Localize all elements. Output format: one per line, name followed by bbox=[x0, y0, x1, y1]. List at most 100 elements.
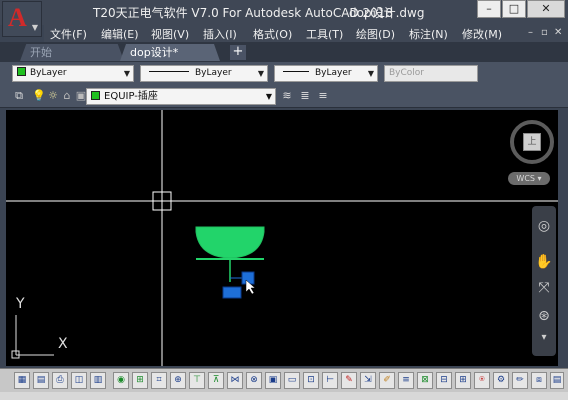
save-as-icon[interactable]: ▦ bbox=[14, 372, 30, 389]
lightbulb-icon[interactable]: 💡 bbox=[32, 89, 46, 103]
window-filename: dop设计.dwg bbox=[349, 6, 425, 20]
linetype-value: ByLayer bbox=[195, 68, 232, 78]
legend-icon[interactable]: ✐ bbox=[379, 372, 395, 389]
menu-view[interactable]: 视图(V) bbox=[151, 26, 189, 42]
pen-icon[interactable]: ✏ bbox=[512, 372, 528, 389]
steering-wheel-icon[interactable]: ◎ bbox=[534, 216, 554, 236]
menu-bar: 文件(F) 编辑(E) 视图(V) 插入(I) 格式(O) 工具(T) 绘图(D… bbox=[44, 24, 568, 42]
drawing-canvas[interactable]: Y X 上 WCS ▾ ◎ ✋ ⤧ ⊛ ▾ bbox=[6, 110, 558, 366]
menu-tools[interactable]: 工具(T) bbox=[306, 26, 343, 42]
lineweight-value: ByLayer bbox=[315, 68, 352, 78]
measure-icon[interactable]: ⇲ bbox=[360, 372, 376, 389]
viewcube-top-face[interactable]: 上 bbox=[523, 133, 541, 151]
route-icon[interactable]: ⊡ bbox=[303, 372, 319, 389]
ucs-x-label: X bbox=[58, 336, 68, 352]
lamp-icon[interactable]: ⊗ bbox=[246, 372, 262, 389]
table-icon[interactable]: ▥ bbox=[90, 372, 106, 389]
layer-control[interactable]: EQUIP-插座 ▼ bbox=[86, 88, 276, 105]
doc-restore-button[interactable]: ▫ bbox=[541, 27, 548, 38]
target-icon[interactable]: ◉ bbox=[113, 372, 129, 389]
chevron-down-icon: ▼ bbox=[123, 69, 131, 78]
status-bar bbox=[0, 392, 568, 400]
minimize-button[interactable]: – bbox=[477, 0, 501, 18]
edit-icon[interactable]: ✎ bbox=[341, 372, 357, 389]
help-icon[interactable]: ⧈ bbox=[531, 372, 547, 389]
equip-icon[interactable]: ⊤ bbox=[189, 372, 205, 389]
menu-edit[interactable]: 编辑(E) bbox=[101, 26, 139, 42]
switch-icon[interactable]: ⋈ bbox=[227, 372, 243, 389]
lineweight-control[interactable]: ByLayer ▼ bbox=[274, 65, 378, 82]
check-icon[interactable]: ⊟ bbox=[436, 372, 452, 389]
viewcube[interactable]: 上 bbox=[510, 120, 554, 164]
linetype-control[interactable]: ByLayer ▼ bbox=[140, 65, 268, 82]
more-icon[interactable]: ▤ bbox=[550, 372, 564, 389]
wcs-menu-button[interactable]: WCS ▾ bbox=[508, 172, 550, 185]
lineweight-sample bbox=[283, 71, 309, 72]
model-space-svg bbox=[6, 110, 558, 366]
color-value: ByLayer bbox=[30, 68, 67, 78]
zoom-extents-icon[interactable]: ⤧ bbox=[534, 278, 554, 298]
bus-icon[interactable]: ⊞ bbox=[455, 372, 471, 389]
title-bar: A ▼ T20天正电气软件 V7.0 For Autodesk AutoCAD … bbox=[0, 0, 568, 37]
menu-format[interactable]: 格式(O) bbox=[253, 26, 292, 42]
plotstyle-control: ByColor bbox=[384, 65, 478, 82]
menu-insert[interactable]: 插入(I) bbox=[203, 26, 237, 42]
menu-draw[interactable]: 绘图(D) bbox=[356, 26, 395, 42]
plot-icon[interactable]: ⎙ bbox=[52, 372, 68, 389]
rect-icon[interactable]: ▣ bbox=[265, 372, 281, 389]
setting-icon[interactable]: ⚙ bbox=[493, 372, 509, 389]
socket-symbol-body bbox=[195, 226, 265, 259]
tab-start[interactable]: 开始 bbox=[20, 44, 124, 61]
application-menu-button[interactable]: A ▼ bbox=[2, 1, 42, 37]
grip-square bbox=[222, 286, 242, 299]
layer-name: EQUIP-插座 bbox=[104, 91, 158, 102]
break-icon[interactable]: ⊢ bbox=[322, 372, 338, 389]
make-current-layer-icon[interactable]: ≋ bbox=[280, 89, 294, 103]
ucs-y-label: Y bbox=[16, 296, 25, 312]
snap-icon[interactable]: ⌗ bbox=[151, 372, 167, 389]
plotstyle-value: ByColor bbox=[389, 68, 424, 78]
layer-properties-icon[interactable]: ⧉ bbox=[12, 89, 26, 103]
wire-icon[interactable]: ▭ bbox=[284, 372, 300, 389]
grid-icon[interactable]: ⊞ bbox=[132, 372, 148, 389]
chevron-down-icon: ▼ bbox=[367, 69, 375, 78]
dropdown-arrow-icon: ▼ bbox=[31, 23, 38, 32]
layer-previous-icon[interactable]: ≣ bbox=[298, 89, 312, 103]
chevron-down-icon: ▼ bbox=[257, 69, 265, 78]
layer-toolbar: ⧉ 💡 ☼ ⌂ ▣ EQUIP-插座 ▼ ≋ ≣ ≡ bbox=[0, 86, 568, 108]
linetype-sample bbox=[149, 71, 189, 72]
doc-close-button[interactable]: ✕ bbox=[554, 27, 562, 38]
tab-document[interactable]: dop设计* bbox=[120, 44, 220, 61]
doc-minimize-button[interactable]: – bbox=[528, 27, 533, 38]
window-title: T20天正电气软件 V7.0 For Autodesk AutoCAD 2018 bbox=[93, 6, 394, 20]
sun-icon[interactable]: ☼ bbox=[46, 89, 60, 103]
tianzheng-toolbar: ▦ ▤ ⎙ ◫ ▥ ◉ ⊞ ⌗ ⊕ ⊤ ⊼ ⋈ ⊗ ▣ ▭ ⊡ ⊢ ✎ ⇲ ✐ … bbox=[0, 368, 568, 392]
new-tab-button[interactable]: + bbox=[230, 45, 246, 60]
lock-icon[interactable]: ⌂ bbox=[60, 89, 74, 103]
save-icon[interactable]: ▤ bbox=[33, 372, 49, 389]
maximize-button[interactable]: □ bbox=[502, 0, 526, 18]
layer-color-swatch bbox=[91, 91, 100, 100]
text-icon[interactable]: ⊠ bbox=[417, 372, 433, 389]
right-frame bbox=[558, 108, 568, 368]
properties-toolbar: ByLayer ▼ ByLayer ▼ ByLayer ▼ ByColor bbox=[0, 62, 568, 86]
autocad-logo-icon: A bbox=[8, 3, 27, 32]
orbit-icon[interactable]: ⊛ bbox=[534, 306, 554, 326]
layer-match-icon[interactable]: ≡ bbox=[316, 89, 330, 103]
file-tab-bar: 开始 dop设计* + bbox=[0, 42, 568, 62]
panel-icon[interactable]: ⊼ bbox=[208, 372, 224, 389]
menu-modify[interactable]: 修改(M) bbox=[462, 26, 502, 42]
navigation-bar: ◎ ✋ ⤧ ⊛ ▾ bbox=[532, 206, 556, 356]
menu-file[interactable]: 文件(F) bbox=[50, 26, 87, 42]
meter-icon[interactable]: ⍟ bbox=[474, 372, 490, 389]
menu-dimension[interactable]: 标注(N) bbox=[409, 26, 448, 42]
pan-hand-icon[interactable]: ✋ bbox=[534, 252, 554, 272]
color-swatch bbox=[17, 67, 26, 76]
preview-icon[interactable]: ◫ bbox=[71, 372, 87, 389]
dim-icon[interactable]: ≡ bbox=[398, 372, 414, 389]
showmotion-icon[interactable]: ▾ bbox=[534, 328, 554, 348]
close-button[interactable]: ✕ bbox=[527, 0, 565, 18]
color-control[interactable]: ByLayer ▼ bbox=[12, 65, 134, 82]
chevron-down-icon: ▼ bbox=[265, 92, 273, 101]
zoom-icon[interactable]: ⊕ bbox=[170, 372, 186, 389]
